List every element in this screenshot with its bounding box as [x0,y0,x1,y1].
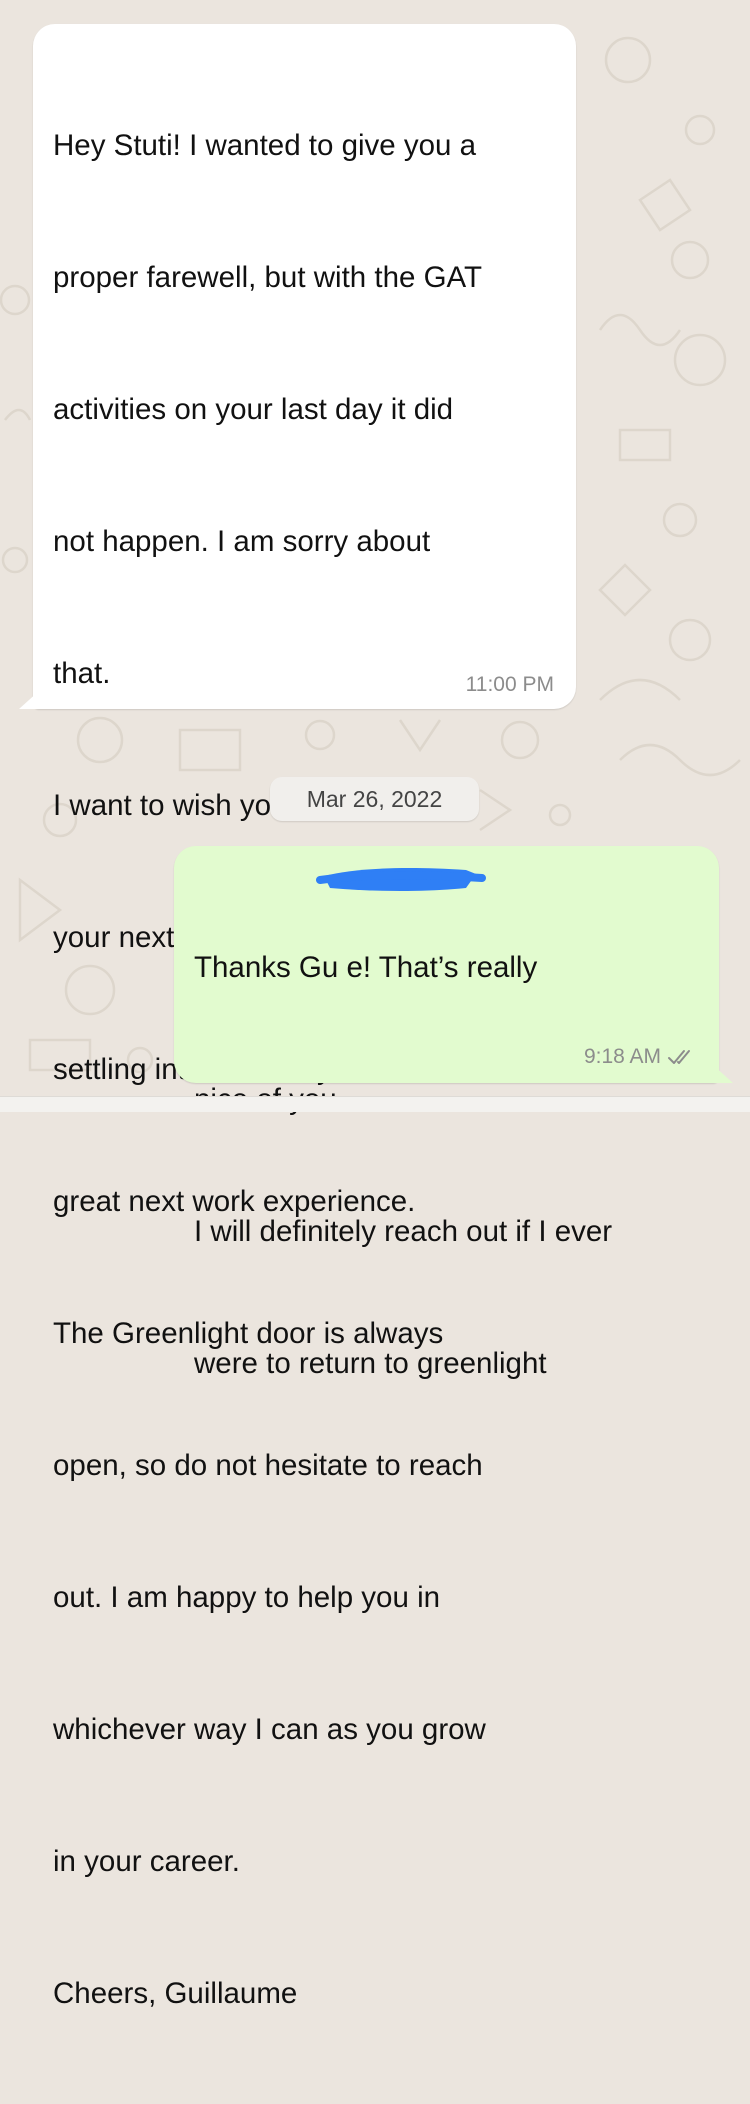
message-line: in your career. [53,1845,240,1878]
outgoing-message-bubble[interactable]: Thanks Gu e! That’s really nice of you. … [174,846,719,1380]
message-line: were to return to greenlight [194,1347,547,1380]
incoming-message-bubble[interactable]: Hey Stuti! I wanted to give you a proper… [33,24,576,2010]
message-line: not happen. I am sorry about [53,525,431,558]
message-timestamp: 9:18 AM [583,1045,661,1068]
message-line: Thanks Gu e! That’s really [194,951,538,984]
message-line: whichever way I can as you grow [53,1713,486,1746]
message-line: I will definitely reach out if I ever [194,1215,613,1248]
message-line: proper farewell, but with the GAT [53,261,483,294]
message-timestamp: 11:00 PM [465,673,554,696]
message-line: out. I am happy to help you in [53,1581,441,1614]
message-line: Hey Stuti! I wanted to give you a [53,129,477,162]
bottom-bar [0,1096,750,1112]
date-separator: Mar 26, 2022 [270,777,479,821]
message-line: activities on your last day it did [53,393,454,426]
message-line: Cheers, Guillaume [53,1977,298,2010]
outgoing-message-text: Thanks Gu e! That’s really nice of you. … [194,858,709,1474]
double-check-icon [668,1050,690,1064]
